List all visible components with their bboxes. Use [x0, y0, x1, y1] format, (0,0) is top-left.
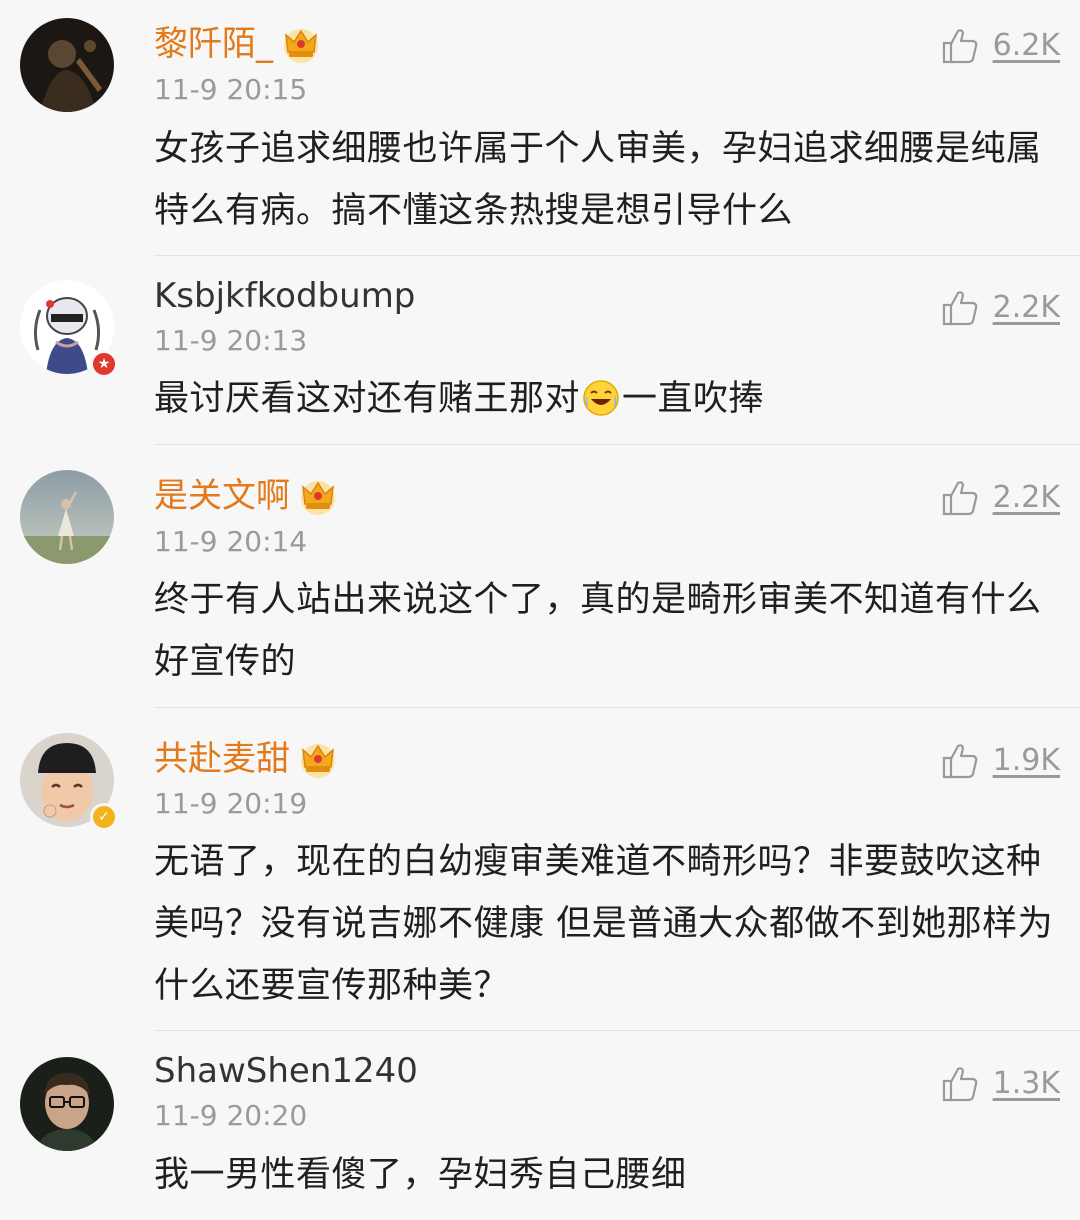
- vip-crown-icon: [284, 29, 318, 63]
- like-count: 2.2K: [992, 480, 1060, 515]
- comment-text: 终于有人站出来说这个了，真的是畸形审美不知道有什么好宣传的: [154, 580, 1042, 682]
- comment-text: 我一男性看傻了，孕妇秀自己腰细: [154, 1155, 687, 1195]
- comment-time: 11-9 20:13: [154, 324, 308, 357]
- username[interactable]: 黎阡陌_: [154, 20, 273, 68]
- comment-text-part: 最讨厌看这对还有赌王那对: [154, 379, 581, 419]
- vip-crown-icon: [301, 481, 335, 515]
- like-count: 6.2K: [992, 28, 1060, 63]
- avatar[interactable]: [20, 1057, 114, 1151]
- avatar-dancer-photo-icon: [20, 470, 114, 564]
- divider: [154, 1030, 1080, 1031]
- like-button[interactable]: 2.2K: [941, 288, 1060, 328]
- comment-time: 11-9 20:14: [154, 525, 308, 558]
- like-button[interactable]: 2.2K: [941, 478, 1060, 518]
- avatar[interactable]: [20, 18, 114, 112]
- avatar[interactable]: [20, 470, 114, 564]
- vip-crown-icon: [301, 744, 335, 778]
- like-button[interactable]: 6.2K: [941, 26, 1060, 66]
- thumbs-up-icon: [942, 29, 977, 64]
- divider: [154, 707, 1080, 708]
- comment-text: 最讨厌看这对还有赌王那对 一直吹捧: [154, 368, 1060, 430]
- like-count: 1.3K: [992, 1066, 1060, 1101]
- laughing-crying-emoji-icon: [583, 380, 619, 416]
- like-button[interactable]: 1.9K: [941, 741, 1060, 781]
- divider: [154, 444, 1080, 445]
- comment-time: 11-9 20:15: [154, 73, 308, 106]
- comment-text: 无语了，现在的白幼瘦审美难道不畸形吗？非要鼓吹这种美吗？没有说吉娜不健康 但是普…: [154, 842, 1054, 1006]
- thumbs-up-icon: [942, 744, 977, 779]
- comment-list: 黎阡陌_ 11-9 20:15 6.2K 女孩子追求细腰也许属于个人审美，孕妇追…: [0, 0, 1080, 1220]
- thumbs-up-icon: [942, 291, 977, 326]
- comment-time: 11-9 20:20: [154, 1099, 308, 1132]
- thumbs-up-icon: [942, 481, 977, 516]
- comment-time: 11-9 20:19: [154, 787, 308, 820]
- username[interactable]: Ksbjkfkodbump: [154, 272, 415, 320]
- thumbs-up-icon: [942, 1067, 977, 1102]
- username[interactable]: 是关文啊: [154, 472, 290, 520]
- like-count: 1.9K: [992, 743, 1060, 778]
- like-button[interactable]: 1.3K: [941, 1064, 1060, 1104]
- username[interactable]: 共赴麦甜: [154, 735, 290, 783]
- divider: [154, 255, 1080, 256]
- avatar[interactable]: ★: [20, 280, 118, 378]
- like-count: 2.2K: [992, 290, 1060, 325]
- comment-text-part: 一直吹捧: [622, 379, 765, 419]
- username[interactable]: ShawShen1240: [154, 1047, 418, 1095]
- verified-badge-icon: ★: [90, 350, 118, 378]
- avatar[interactable]: ✓: [20, 733, 118, 831]
- avatar-man-glasses-icon: [20, 1057, 114, 1151]
- verified-badge-icon: ✓: [90, 803, 118, 831]
- avatar-dark-photo-icon: [20, 18, 114, 112]
- comment-text: 女孩子追求细腰也许属于个人审美，孕妇追求细腰是纯属特么有病。搞不懂这条热搜是想引…: [154, 129, 1042, 231]
